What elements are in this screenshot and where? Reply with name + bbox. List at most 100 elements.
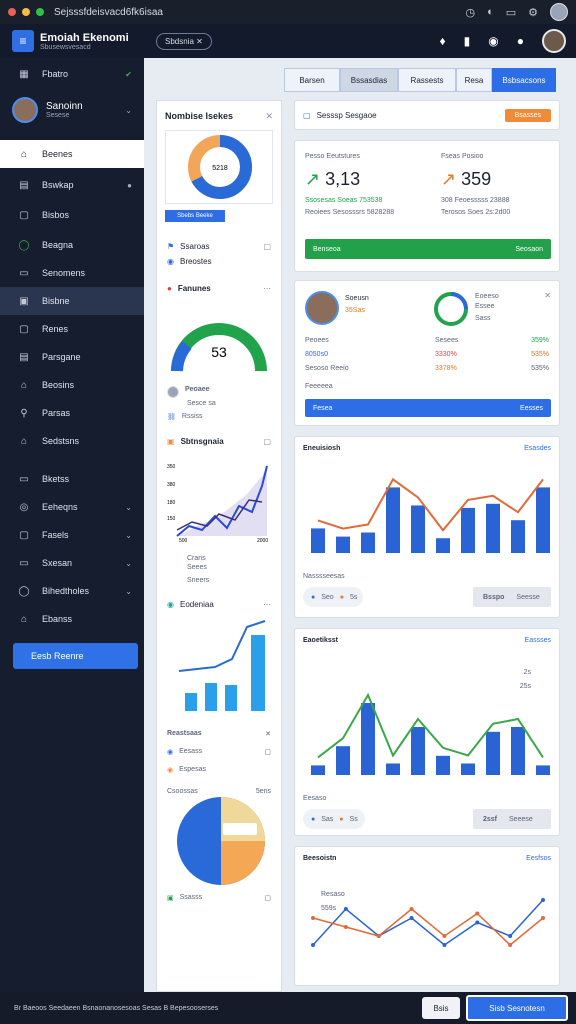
sidebar-item-1[interactable]: ⌂ Beenes [0,140,144,168]
sidebar-item-6[interactable]: ▣ Bisbne [0,287,144,315]
search-input[interactable]: Sesssp Sesgaoe [317,111,377,120]
panel-row-3a: Peoaee [185,386,210,393]
chat-icon[interactable]: ◉ [488,34,498,48]
chart-bar [536,765,550,775]
search-card: ▢ Sesssp Sesgaoe Bsasses [294,100,560,130]
brand-subtitle: Sbusewsvesacd [40,43,91,51]
avatar[interactable] [550,3,568,21]
user-name: Soeusn [345,295,369,302]
sidebar-item-17[interactable]: ⌂ Ebanss [0,605,144,633]
svg-text:350: 350 [167,464,176,470]
globe-chart [177,797,265,885]
sidebar-item-8[interactable]: ▤ Parsgane [0,343,144,371]
check-icon: ▢ [263,242,271,251]
panel-row-7: Eesass [179,748,203,755]
clock-icon[interactable]: ◷ [465,6,475,19]
tab-2[interactable]: Rassests [398,68,456,92]
chart-point [508,934,513,938]
mini-bar-chart [178,620,266,711]
panel-row-9: Ssasss [179,894,203,901]
panel-row-5b: Seees [187,564,207,571]
chart-point [409,907,414,911]
flag-icon: ⚑ [167,242,175,251]
search-button[interactable]: Bsasses [504,108,551,122]
sidebar-item-0[interactable]: ▦ Fbatro ✔ [0,60,144,88]
profile[interactable]: Sanoinn Sesese ⌄ [0,88,144,132]
sidebar-item-5[interactable]: ▭ Senomens [0,259,144,287]
tab-4[interactable]: Bsbsacsons [492,68,556,92]
search-chip[interactable]: Sbdsnia ✕ [156,32,212,50]
main-area: Barsen Bssasdias Rassests Resa Bsbsacson… [144,58,576,992]
chart-bar [461,507,475,553]
user-avatar[interactable] [542,29,566,53]
chart1-action[interactable]: Esasdes [524,445,551,452]
sidebar-item-7[interactable]: ▢ Renes [0,315,144,343]
user-card: Soeusn 35Sas Eoeeso Essee Sass ✕ Peoees … [294,280,560,426]
left-panel: Nombise Isekes ✕ 5218 Sbebs Beeke ⚑ Ssaroa… [156,100,282,992]
sidebar-item-3[interactable]: ▢ Bisbos [0,201,144,229]
close-icon[interactable]: ✕ [265,111,273,122]
chart-point [541,898,545,902]
status-button-2[interactable]: Sisb Sesnotesn [466,995,568,1021]
stat1-value: 3,13 [325,169,361,189]
tab-1[interactable]: Bssasdias [340,68,398,92]
chart-point [376,934,381,938]
sidebar-item-14[interactable]: ▢ Fasels ⌄ [0,521,144,549]
sidebar-item-10[interactable]: ⚲ Parsas [0,399,144,427]
sidebar-item-15[interactable]: ▭ Sxesan ⌄ [0,549,144,577]
chart-bar [311,765,325,775]
chart-bar [511,520,525,553]
sidebar-item-12[interactable]: ▭ Bketss [0,465,144,493]
chart1-title: Eneuisiosh [303,445,341,452]
chart-line [317,692,544,759]
profile-avatar [12,97,38,123]
maximize-dot[interactable] [36,8,44,16]
panel-badge[interactable]: Sbebs Beeke [165,210,225,222]
sidebar-item-2[interactable]: ▤ Bswkap ● [0,171,144,199]
ring-label: Eoeeso [475,293,499,300]
panel-title: Nombise Isekes [165,111,234,121]
chart-bar [386,763,400,775]
settings-icon[interactable]: ⚙ [528,6,538,19]
sidebar-item-11[interactable]: ⌂ Sedstsns [0,427,144,455]
bar-line-chart-1 [311,477,550,553]
sidebar-item-16[interactable]: ◯ Bihedtholes ⌄ [0,577,144,605]
sidebar-item-13[interactable]: ◎ Eeheqns ⌄ [0,493,144,521]
chart-point [475,920,480,925]
window-title: Sejsssfdeisvacd6fk6isaa [54,6,163,18]
tab-3[interactable]: Resa [456,68,492,92]
chart-point [311,916,315,920]
chart-bar [461,763,475,775]
bell-icon[interactable]: ♦ [440,34,446,48]
stat2-sub2: Terosos Soes 2s:2d00 [441,209,511,216]
sidebar-action-button[interactable]: Eesb Reenre [13,643,138,669]
sidebar-item-4[interactable]: ◯ Beagna [0,231,144,259]
stat2-value: 359 [461,169,492,189]
chart-bar [436,755,450,775]
status-text: Br Baeoos Seedaeen Bsnaonanosesoas Sesas… [14,1004,219,1012]
chart3-card: Beesoistn Eesfsos Resaso 559s [294,846,560,986]
help-icon[interactable]: ● [517,34,524,48]
close-icon[interactable]: ✕ [544,291,551,300]
tab-0[interactable]: Barsen [284,68,340,92]
status-button-1[interactable]: Bsis [422,997,460,1019]
mini-line-chart: 350 380 180 150 500 2000 [167,464,268,544]
sidebar-item-9[interactable]: ⌂ Beosins [0,371,144,399]
stat1-sub2: Reoiees Sesosssrs 5828288 [305,209,395,216]
panel-row-0: Ssaroas [180,242,210,251]
user-action-bar[interactable]: Fesea Eesses [305,399,551,417]
moon-icon[interactable]: ◐ [487,6,494,18]
donut-chart: 5218 [188,135,252,199]
close-dot[interactable] [8,8,16,16]
minimize-dot[interactable] [22,8,30,16]
row-avatar [167,386,179,398]
doc-icon[interactable]: ▮ [464,34,471,48]
panel-row-4: Rssiss [181,413,203,420]
chart-point [508,943,513,947]
window-icon[interactable]: ▭ [506,6,516,19]
chart-point [475,911,480,916]
stat1-label: Pesso Eeutstures [305,153,360,160]
chart-point [343,907,348,911]
panel-section-4: Eodeniaa [179,600,214,609]
target-icon: ◉ [167,600,174,609]
